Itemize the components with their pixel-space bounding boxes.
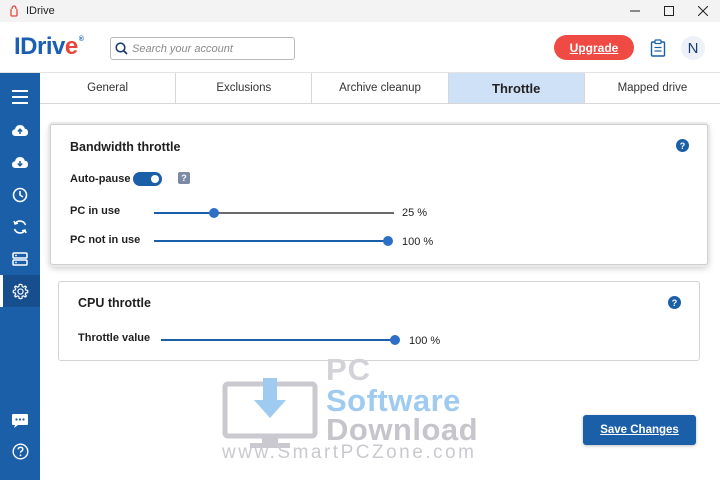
cloud-upload-icon[interactable] [0,114,40,146]
auto-pause-help-icon[interactable]: ? [178,172,190,184]
pc-not-in-use-value: 100 % [402,236,434,248]
bandwidth-help-icon[interactable]: ? [676,139,689,152]
server-icon[interactable] [0,243,40,275]
pc-not-in-use-slider-thumb[interactable] [383,236,393,246]
title-bar: IDrive [0,0,720,22]
clipboard-icon[interactable] [650,39,666,57]
cpu-throttle-value: 100 % [409,335,441,347]
auto-pause-toggle[interactable] [133,172,162,186]
avatar[interactable]: N [681,36,705,60]
pc-not-in-use-label: PC not in use [70,234,141,246]
cpu-throttle-slider[interactable] [161,334,400,346]
maximize-icon[interactable] [652,0,686,22]
cpu-throttle-title: CPU throttle [78,296,151,310]
menu-icon[interactable] [0,81,40,113]
tab-archive-cleanup[interactable]: Archive cleanup [312,73,449,103]
sidebar [0,73,40,480]
sync-icon[interactable] [0,211,40,243]
pc-in-use-slider[interactable] [154,207,394,219]
window-title: IDrive [26,5,55,17]
cloud-download-icon[interactable] [0,146,40,178]
download-monitor-icon [222,378,318,448]
save-changes-button[interactable]: Save Changes [583,415,696,445]
search-box[interactable] [110,37,295,60]
auto-pause-label: Auto-pause [70,173,131,185]
cpu-throttle-slider-thumb[interactable] [390,335,400,345]
tab-throttle[interactable]: Throttle [448,73,585,103]
pc-in-use-value: 25 % [402,207,428,219]
tab-mapped-drive[interactable]: Mapped drive [584,73,720,103]
pc-not-in-use-slider[interactable] [154,235,393,247]
history-icon[interactable] [0,179,40,211]
idrive-app-icon [10,5,18,17]
chat-icon[interactable] [0,405,40,437]
cpu-help-icon[interactable]: ? [668,296,681,309]
settings-tabs: General Exclusions Archive cleanup Throt… [40,73,720,104]
search-icon [115,42,128,55]
pc-in-use-label: PC in use [70,205,121,217]
minimize-icon[interactable] [618,0,652,22]
cpu-throttle-panel: CPU throttle ? Throttle value 100 % [58,281,700,361]
gear-icon[interactable] [0,275,40,307]
pc-in-use-slider-thumb[interactable] [209,208,219,218]
app-header: IDrive® Upgrade N [0,22,720,73]
save-changes-label: Save Changes [600,424,679,436]
watermark-line-3: Download [326,412,479,447]
bandwidth-throttle-title: Bandwidth throttle [70,140,181,154]
bandwidth-throttle-panel: Bandwidth throttle ? Auto-pause ? PC in … [50,124,708,265]
throttle-value-label: Throttle value [78,332,151,344]
watermark-line-1: PC [326,352,372,387]
tab-exclusions[interactable]: Exclusions [176,73,313,103]
tab-general[interactable]: General [40,73,177,103]
idrive-logo: IDriv e ® [14,33,84,60]
help-icon[interactable] [0,435,40,467]
watermark-url: www.SmartPCZone.com [222,442,477,463]
close-icon[interactable] [686,0,720,22]
upgrade-button[interactable]: Upgrade [554,35,634,60]
search-input[interactable] [132,42,282,55]
